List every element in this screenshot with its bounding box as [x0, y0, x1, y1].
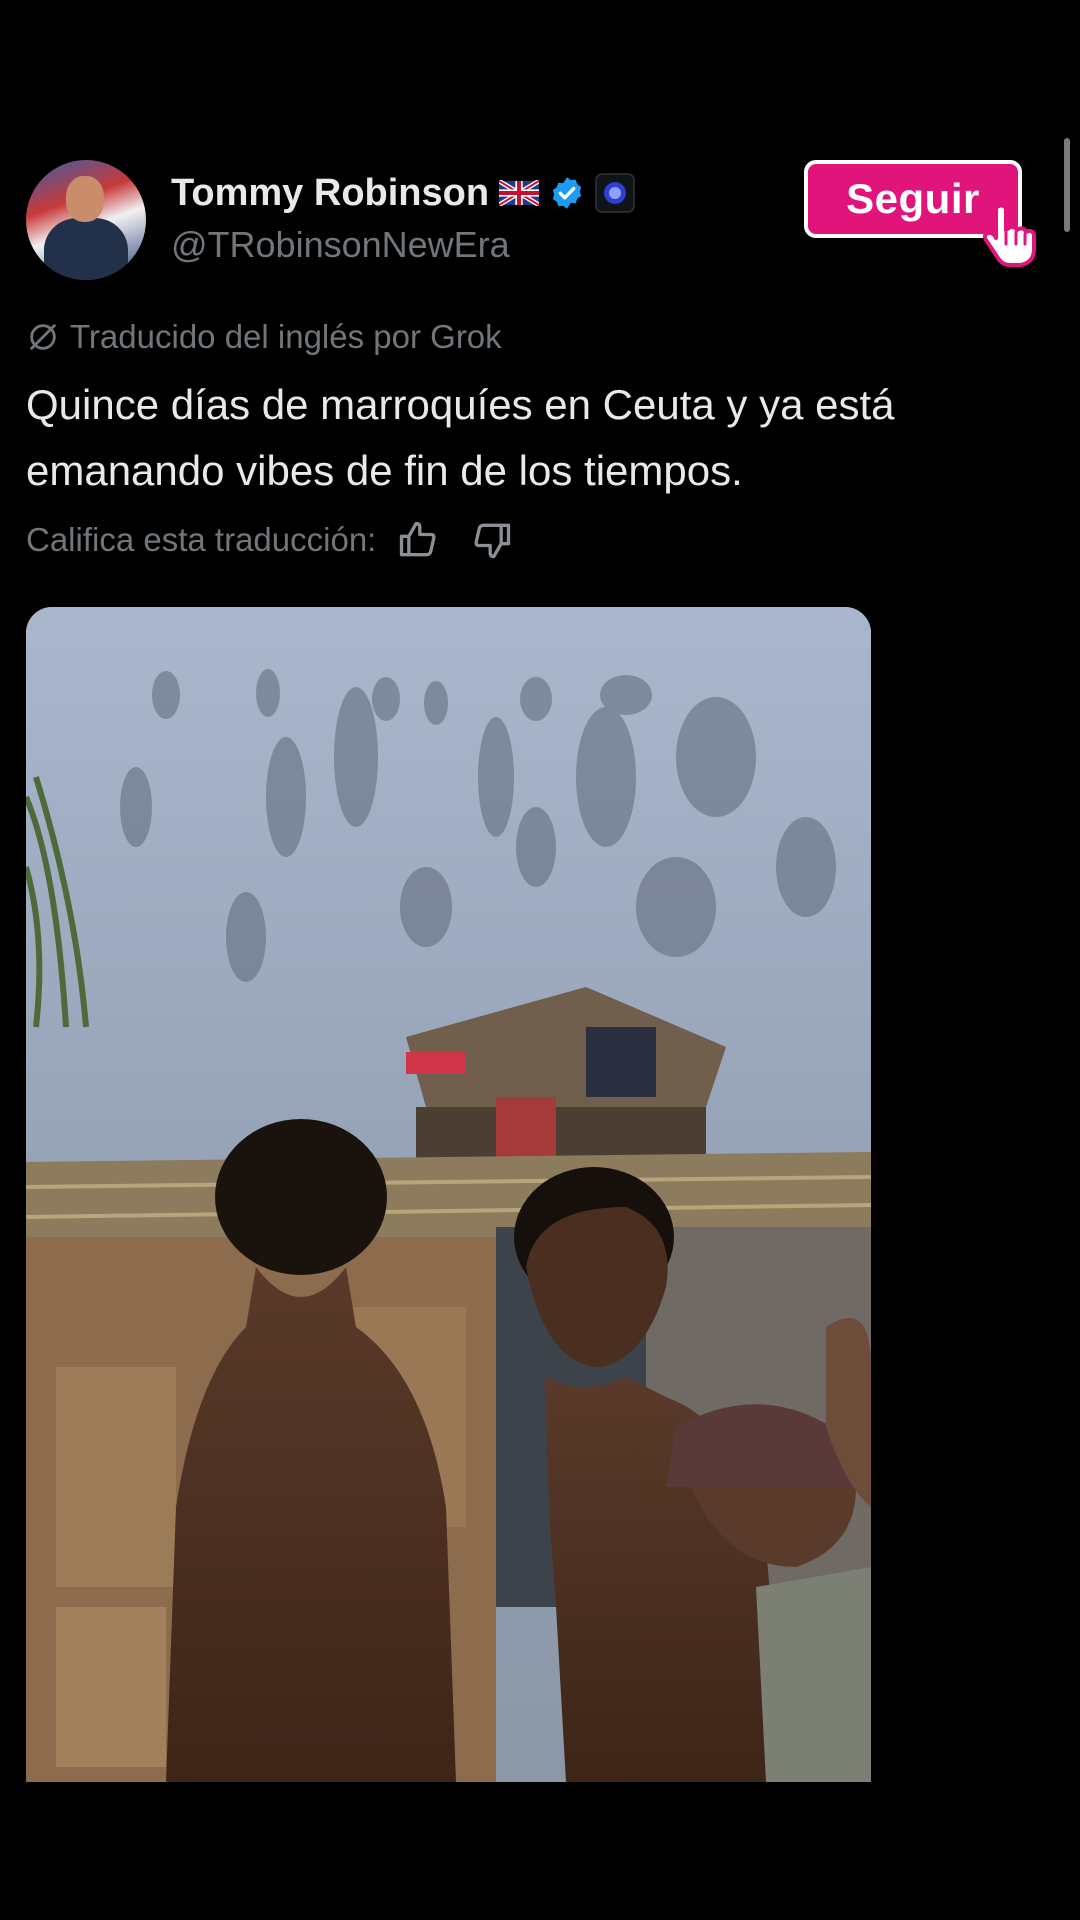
- tweet-text: Quince días de marroquíes en Ceuta y ya …: [26, 381, 895, 494]
- avatar-head: [66, 176, 104, 222]
- media-image: [26, 607, 871, 1782]
- grok-translate-icon: [30, 324, 56, 350]
- scrollbar[interactable]: [1064, 138, 1070, 232]
- avatar-body: [44, 218, 128, 280]
- follow-area: Seguir: [804, 160, 1036, 270]
- affiliate-badge-icon[interactable]: [595, 173, 635, 213]
- uk-flag-icon: [499, 180, 540, 206]
- rate-translation: Califica esta traducción:: [26, 518, 514, 562]
- translation-notice-text[interactable]: Traducido del inglés por Grok: [70, 318, 502, 356]
- verified-badge-icon[interactable]: [549, 175, 585, 211]
- handle[interactable]: @TRobinsonNewEra: [171, 224, 510, 266]
- thumbs-up-icon[interactable]: [396, 518, 440, 562]
- pointer-hand-icon: [982, 203, 1036, 267]
- rate-prompt: Califica esta traducción:: [26, 521, 377, 558]
- avatar[interactable]: [26, 160, 146, 280]
- thumbs-down-icon[interactable]: [470, 518, 514, 562]
- name-row: Tommy Robinson: [171, 170, 635, 216]
- tweet-media[interactable]: [26, 607, 871, 1782]
- translation-notice: Traducido del inglés por Grok: [26, 318, 502, 356]
- display-name[interactable]: Tommy Robinson: [171, 172, 489, 215]
